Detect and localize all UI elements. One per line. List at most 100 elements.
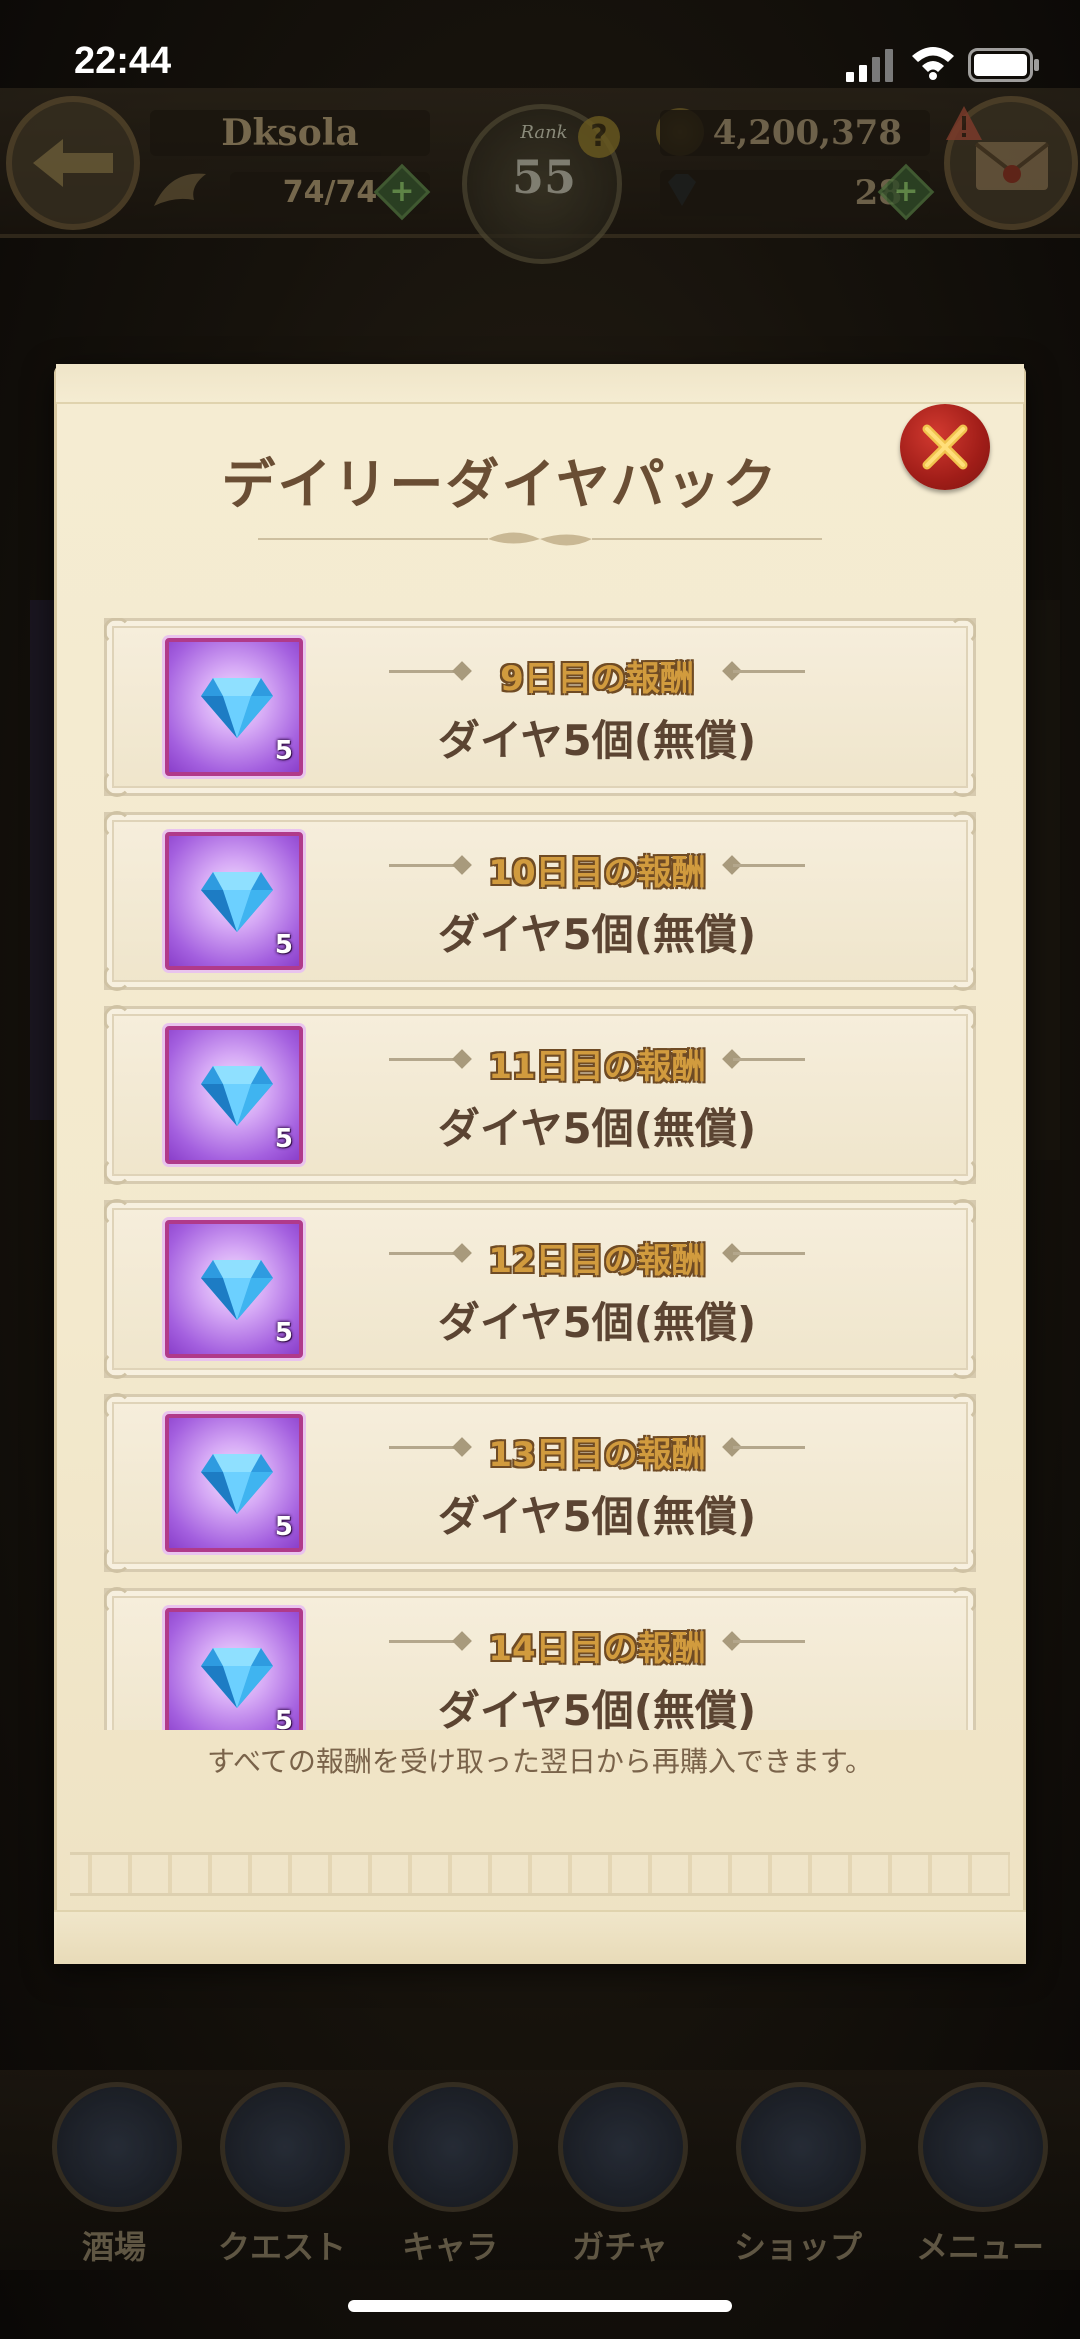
row-ornament xyxy=(104,1005,131,1033)
close-button[interactable] xyxy=(900,404,990,490)
reward-description: ダイヤ5個(無償) xyxy=(437,1686,757,1730)
rank-label: Rank xyxy=(520,122,568,143)
row-ornament xyxy=(949,963,976,991)
row-ornament xyxy=(104,1351,131,1379)
nav-tavern[interactable]: 酒場 xyxy=(34,2082,194,2272)
blue-diamond-icon xyxy=(201,1454,273,1514)
day-label: 9日目の報酬 xyxy=(500,659,694,699)
row-ornament xyxy=(949,1545,976,1573)
player-name: Dksola xyxy=(150,110,430,156)
ornament-line xyxy=(733,1058,805,1061)
help-icon[interactable]: ? xyxy=(578,116,620,158)
ornament-line xyxy=(389,1058,461,1061)
plus-icon: + xyxy=(893,174,919,209)
reward-item-icon[interactable]: 5 xyxy=(165,1608,303,1730)
reward-row: 5 12日目の報酬 ダイヤ5個(無償) xyxy=(104,1199,976,1379)
rank-value: 55 xyxy=(511,150,576,204)
ornament-line xyxy=(733,1446,805,1449)
day-label: 12日目の報酬 xyxy=(488,1241,706,1281)
day-label-header: 11日目の報酬 xyxy=(347,1039,847,1087)
alert-icon xyxy=(946,106,982,140)
plus-icon: + xyxy=(389,174,415,209)
day-label-header: 14日目の報酬 xyxy=(347,1621,847,1669)
item-count: 5 xyxy=(274,1512,293,1542)
nav-gacha[interactable]: ガチャ xyxy=(540,2082,700,2272)
reward-row: 5 9日目の報酬 ダイヤ5個(無償) xyxy=(104,618,976,797)
reward-description: ダイヤ5個(無償) xyxy=(437,716,757,765)
reward-row: 5 13日目の報酬 ダイヤ5個(無償) xyxy=(104,1393,976,1573)
reward-item-icon[interactable]: 5 xyxy=(165,1220,303,1358)
battery-icon xyxy=(968,48,1039,82)
home-indicator[interactable] xyxy=(348,2300,732,2312)
day-label-header: 9日目の報酬 xyxy=(347,651,847,699)
row-ornament xyxy=(949,1587,976,1615)
row-ornament xyxy=(104,1393,131,1421)
row-ornament xyxy=(949,1393,976,1421)
row-ornament xyxy=(104,1587,131,1615)
reward-list[interactable]: 5 9日目の報酬 ダイヤ5個(無償) 5 10日目の報酬 ダイヤ5個(無償) 5… xyxy=(104,618,976,1730)
row-ornament xyxy=(949,1199,976,1227)
ornament-line xyxy=(389,864,461,867)
nav-label: キャラ xyxy=(401,2228,498,2266)
gacha-crystal-icon xyxy=(558,2082,688,2212)
dialog-top-edge xyxy=(56,364,1024,404)
reward-item-icon[interactable]: 5 xyxy=(165,1026,303,1164)
cellular-signal-icon xyxy=(846,49,893,82)
reward-row: 5 14日目の報酬 ダイヤ5個(無償) xyxy=(104,1587,976,1730)
row-ornament xyxy=(104,1545,131,1573)
dialog-title: デイリーダイヤパック xyxy=(221,453,779,516)
nav-label: 酒場 xyxy=(81,2228,146,2266)
menu-gear-icon xyxy=(918,2082,1048,2212)
character-helmet-icon xyxy=(388,2082,518,2212)
day-label-header: 12日目の報酬 xyxy=(347,1233,847,1281)
day-label-header: 10日目の報酬 xyxy=(347,845,847,893)
wifi-icon xyxy=(912,47,954,80)
nav-character[interactable]: キャラ xyxy=(370,2082,530,2272)
status-time: 22:44 xyxy=(74,40,172,82)
gold-amount: 4,200,378 xyxy=(660,110,930,156)
reward-row: 5 10日目の報酬 ダイヤ5個(無償) xyxy=(104,811,976,991)
item-count: 5 xyxy=(274,1124,293,1154)
row-ornament xyxy=(104,963,131,991)
item-count: 5 xyxy=(274,736,293,766)
row-ornament xyxy=(104,811,131,839)
item-count: 5 xyxy=(274,930,293,960)
row-ornament xyxy=(104,1157,131,1185)
nav-quest[interactable]: クエスト xyxy=(202,2082,362,2272)
ornament-line xyxy=(389,670,461,673)
row-ornament xyxy=(104,769,131,797)
row-ornament xyxy=(104,1199,131,1227)
mail-envelope-icon xyxy=(974,142,1050,190)
blue-diamond-icon xyxy=(201,1260,273,1320)
quest-scroll-icon xyxy=(220,2082,350,2212)
shop-sign-icon xyxy=(736,2082,866,2212)
reward-item-icon[interactable]: 5 xyxy=(165,832,303,970)
row-ornament xyxy=(949,1351,976,1379)
ornament-line xyxy=(733,1252,805,1255)
day-label: 10日目の報酬 xyxy=(488,853,706,893)
row-ornament xyxy=(104,618,131,645)
ornament-line xyxy=(733,864,805,867)
nav-menu[interactable]: メニュー xyxy=(900,2082,1060,2272)
nav-shop[interactable]: ショップ xyxy=(718,2082,878,2272)
back-arrow-icon xyxy=(33,139,113,187)
item-count: 5 xyxy=(274,1318,293,1348)
reward-description: ダイヤ5個(無償) xyxy=(437,1492,757,1541)
nav-label: ガチャ xyxy=(572,2228,668,2266)
tavern-icon xyxy=(52,2082,182,2212)
reward-description: ダイヤ5個(無償) xyxy=(437,910,757,959)
day-label: 14日目の報酬 xyxy=(488,1629,706,1669)
nav-label: クエスト xyxy=(217,2228,346,2266)
reward-item-icon[interactable]: 5 xyxy=(165,638,303,776)
close-x-icon xyxy=(922,424,968,470)
row-ornament xyxy=(949,618,976,645)
day-label: 11日目の報酬 xyxy=(488,1047,706,1087)
dialog-bottom-edge xyxy=(54,1910,1026,1964)
back-button[interactable] xyxy=(6,96,140,230)
title-divider xyxy=(258,532,822,546)
reward-item-icon[interactable]: 5 xyxy=(165,1414,303,1552)
reward-row: 5 11日目の報酬 ダイヤ5個(無償) xyxy=(104,1005,976,1185)
ornament-line xyxy=(733,1640,805,1643)
row-ornament xyxy=(949,1005,976,1033)
blue-diamond-icon xyxy=(201,1066,273,1126)
